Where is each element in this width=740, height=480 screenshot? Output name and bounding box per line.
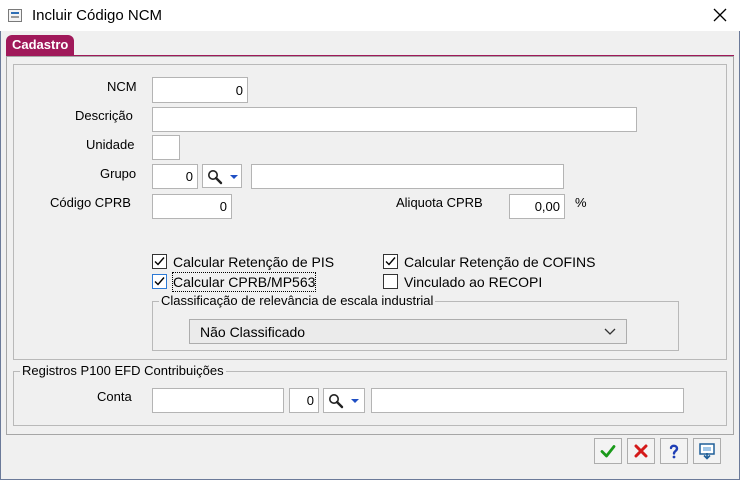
codigo-cprb-input[interactable] [152, 194, 232, 219]
question-icon [669, 444, 679, 459]
aliquota-cprb-label: Aliquota CPRB [396, 195, 483, 210]
checkbox-box [152, 274, 167, 289]
tab-panel: NCM Descrição Unidade Grupo Código CPRB … [6, 56, 734, 435]
checkbox-box [152, 254, 167, 269]
conta-name-input[interactable] [371, 388, 684, 413]
classificacao-select[interactable]: Não Classificado [189, 319, 627, 344]
percent-unit: % [575, 195, 587, 210]
check-icon [600, 445, 616, 458]
grupo-label: Grupo [100, 166, 137, 181]
unidade-label: Unidade [86, 137, 135, 152]
aliquota-cprb-input[interactable] [509, 194, 565, 219]
close-button[interactable] [700, 0, 740, 31]
calcular-cofins-label: Calcular Retenção de COFINS [404, 254, 596, 270]
title-bar: Incluir Código NCM [0, 0, 740, 31]
calcular-cprb-label: Calcular CPRB/MP563 [171, 272, 317, 292]
calcular-pis-label: Calcular Retenção de PIS [173, 254, 335, 270]
registros-legend: Registros P100 EFD Contribuições [20, 363, 226, 378]
close-icon [713, 8, 727, 22]
ncm-input[interactable] [152, 77, 248, 103]
app-icon [8, 9, 22, 22]
check-icon [154, 277, 165, 286]
magnifier-icon [208, 170, 223, 185]
conta-label: Conta [97, 389, 132, 404]
print-button[interactable] [693, 438, 721, 464]
descricao-input[interactable] [152, 107, 637, 132]
conta-lookup-button[interactable] [323, 388, 365, 413]
descricao-label: Descrição [75, 108, 133, 123]
vinculado-recopi-label: Vinculado ao RECOPI [404, 274, 543, 290]
printer-icon [699, 443, 715, 460]
chevron-down-icon [230, 175, 238, 179]
x-icon [634, 444, 648, 458]
ncm-label: NCM [107, 79, 137, 94]
check-icon [154, 257, 165, 266]
checkbox-box [383, 274, 398, 289]
checkbox-box [383, 254, 398, 269]
chevron-down-icon [604, 328, 616, 335]
unidade-input[interactable] [152, 135, 180, 160]
help-button[interactable] [660, 438, 688, 464]
grupo-code-input[interactable] [152, 164, 198, 189]
classificacao-legend: Classificação de relevância de escala in… [159, 293, 436, 308]
classificacao-selected-value: Não Classificado [200, 324, 306, 340]
confirm-button[interactable] [594, 438, 622, 464]
grupo-name-input[interactable] [251, 164, 564, 189]
grupo-lookup-button[interactable] [202, 164, 242, 188]
chevron-down-icon [351, 399, 359, 403]
conta-input[interactable] [152, 388, 284, 413]
window-title: Incluir Código NCM [32, 7, 163, 24]
cancel-button[interactable] [627, 438, 655, 464]
magnifier-icon [329, 394, 344, 409]
conta-code-input[interactable] [289, 388, 319, 413]
tab-cadastro[interactable]: Cadastro [6, 35, 75, 55]
codigo-cprb-label: Código CPRB [50, 195, 131, 210]
check-icon [385, 257, 396, 266]
